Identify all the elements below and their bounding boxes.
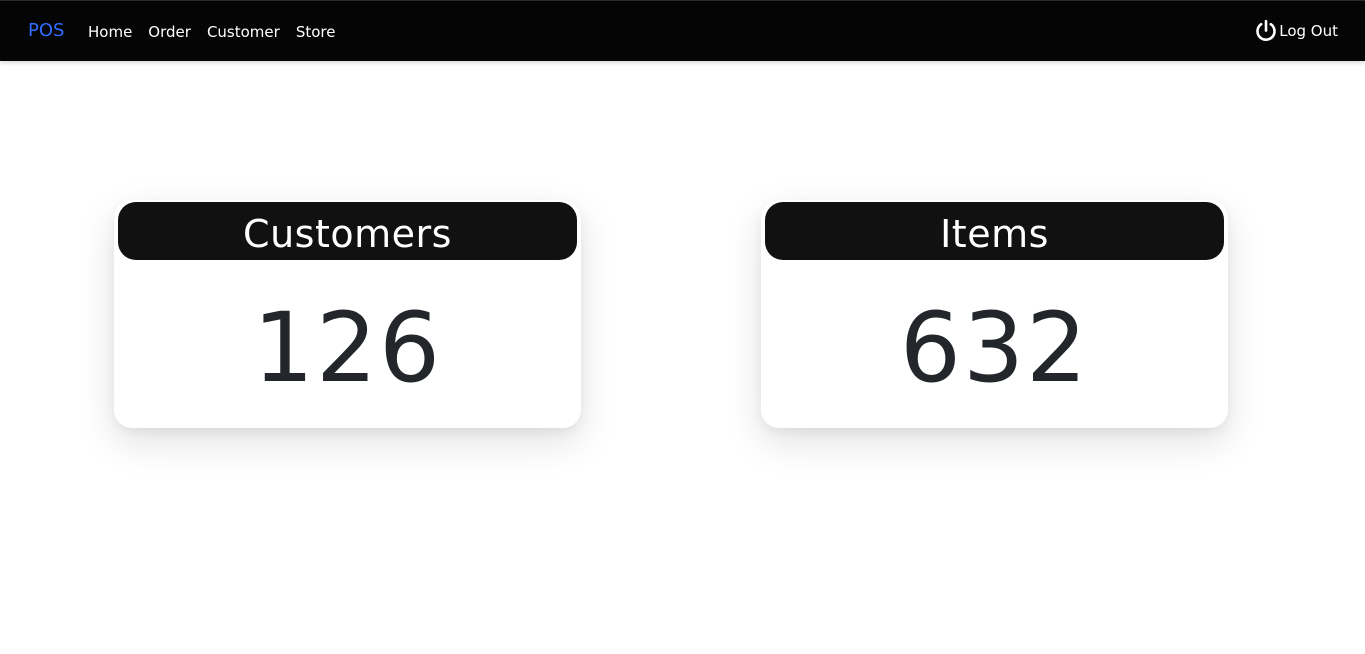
customers-count: 126	[252, 292, 443, 404]
top-navbar: POS Home Order Customer Store Log Out	[0, 0, 1365, 61]
brand-logo-link[interactable]: POS	[28, 20, 64, 42]
nav-links: Home Order Customer Store	[88, 22, 351, 42]
power-icon	[1254, 19, 1279, 43]
customers-card: Customers 126	[114, 200, 581, 428]
nav-home-link[interactable]: Home	[88, 22, 132, 42]
nav-store-link[interactable]: Store	[296, 22, 336, 42]
nav-customer-link[interactable]: Customer	[207, 22, 280, 42]
items-card-title: Items	[765, 202, 1224, 260]
items-card: Items 632	[761, 200, 1228, 428]
items-count: 632	[899, 292, 1090, 404]
logout-label: Log Out	[1279, 22, 1338, 40]
nav-order-link[interactable]: Order	[148, 22, 191, 42]
customers-card-title: Customers	[118, 202, 577, 260]
logout-button[interactable]: Log Out	[1254, 19, 1338, 43]
